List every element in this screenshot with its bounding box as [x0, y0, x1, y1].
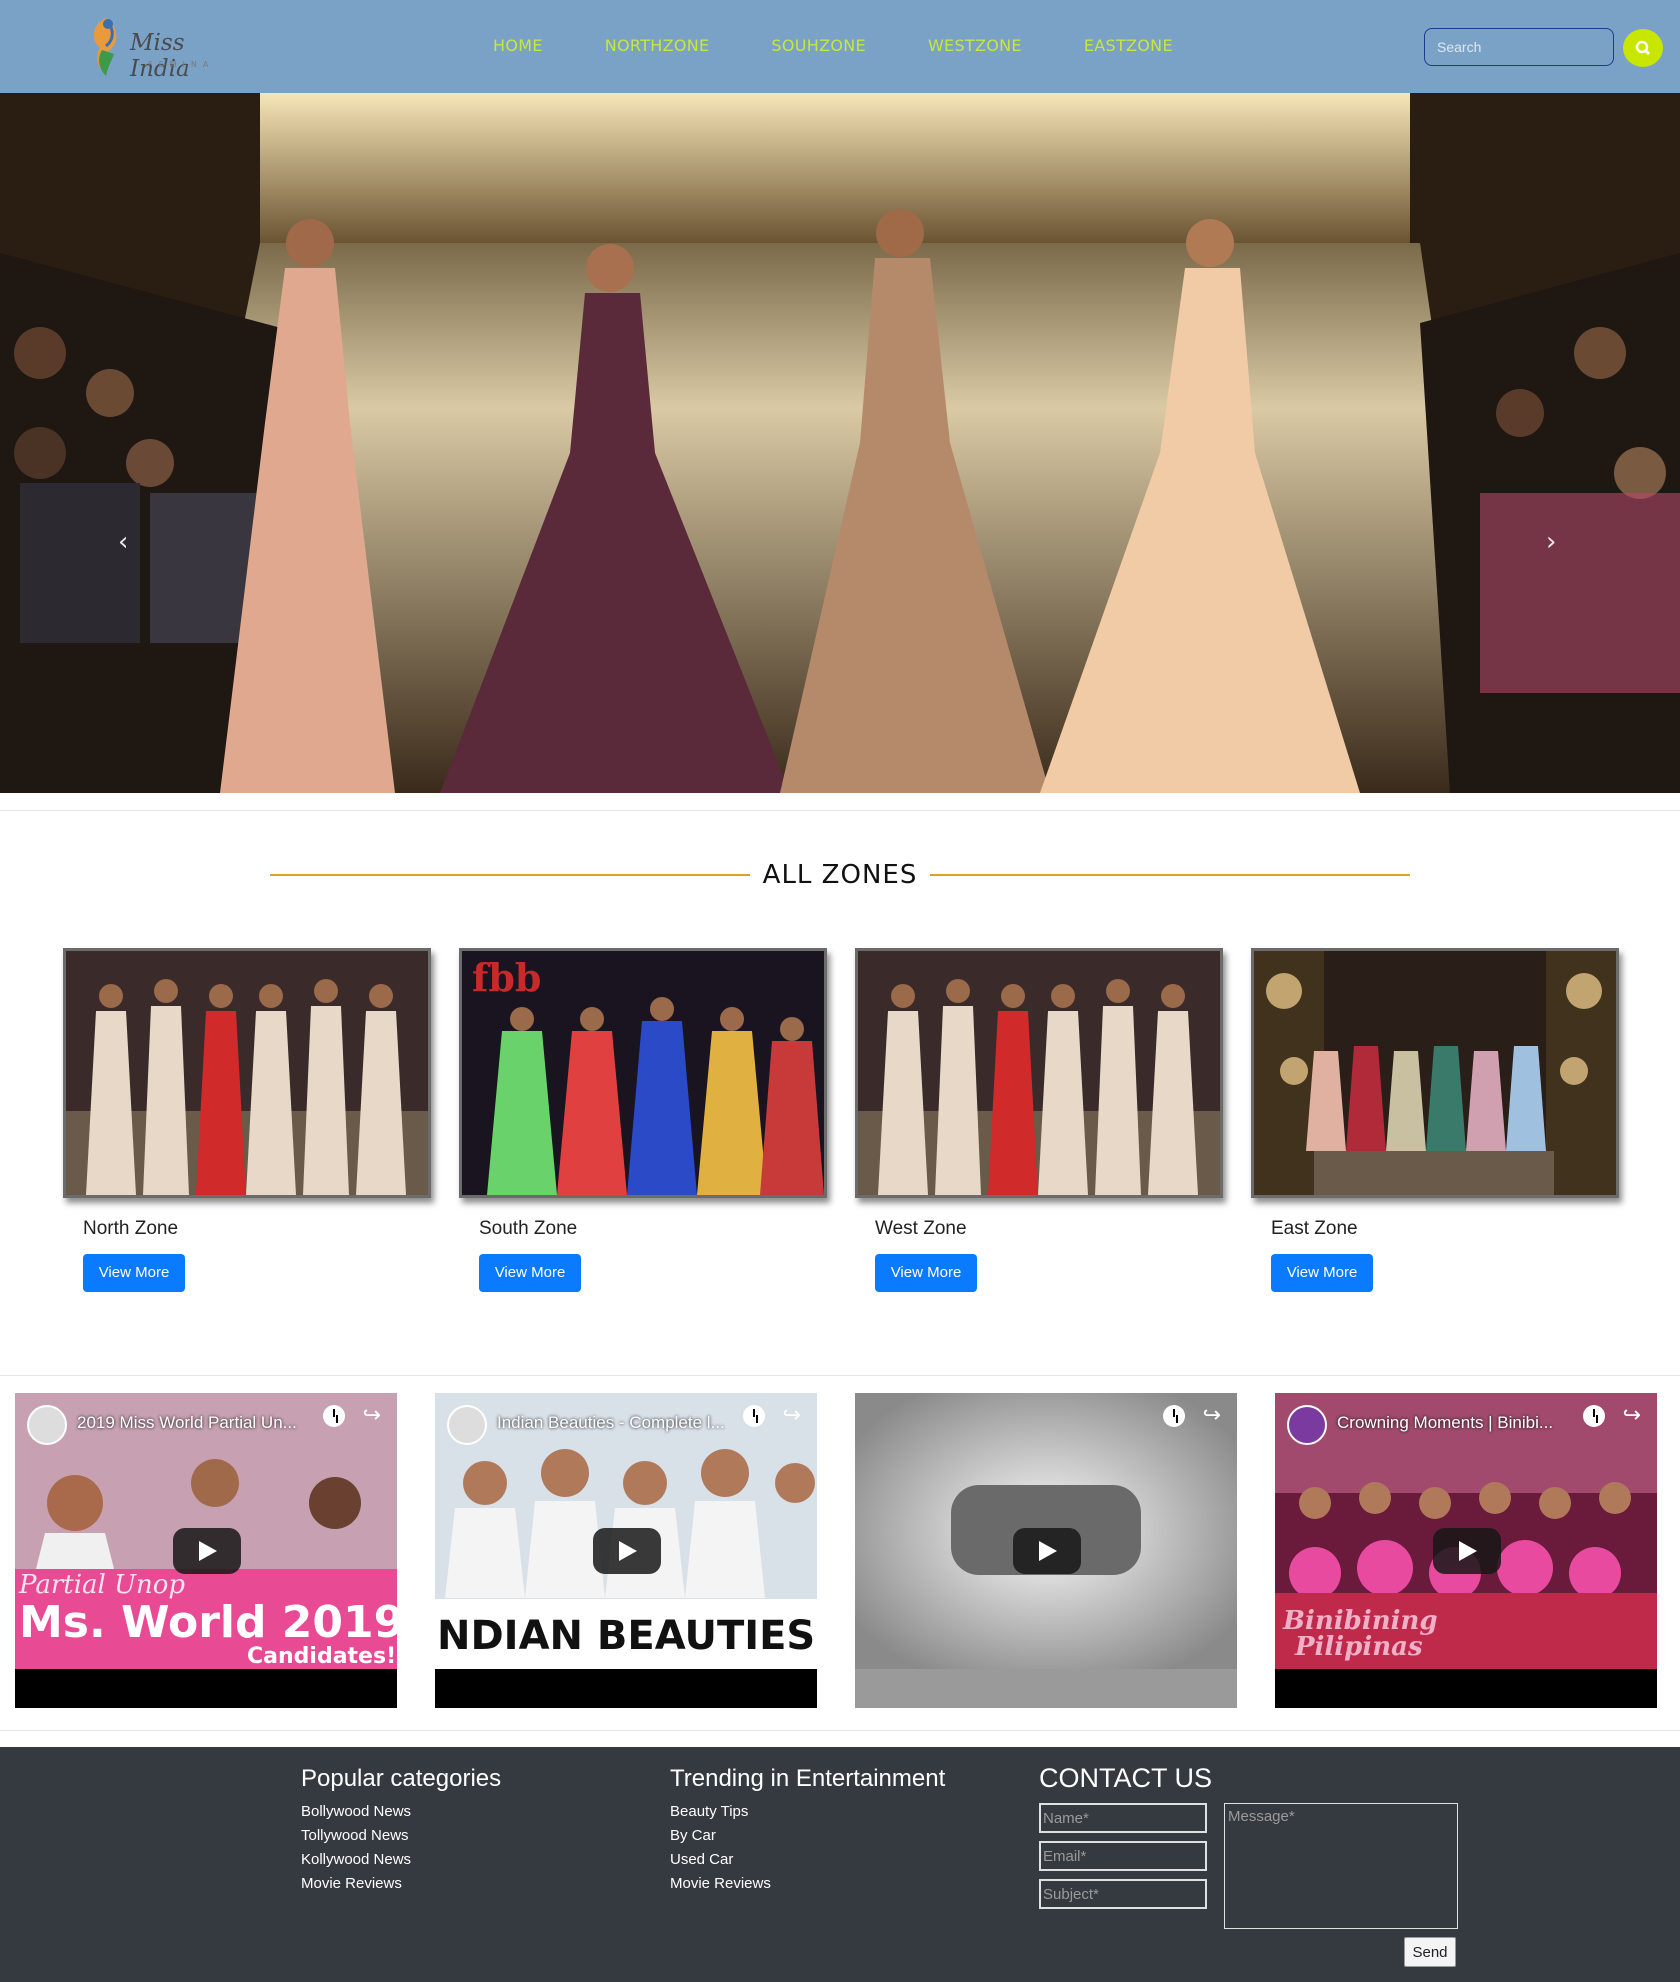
section-heading: ALL ZONES	[762, 860, 918, 890]
zone-card-south: fbb South Zone View More	[459, 948, 827, 1292]
footer-heading: CONTACT US	[1039, 1763, 1213, 1793]
zone-card-north: North Zone View More	[63, 948, 431, 1292]
footer: Popular categories Bollywood News Tollyw…	[0, 1747, 1680, 1982]
footer-link[interactable]: Used Car	[670, 1848, 945, 1872]
footer-link[interactable]: Beauty Tips	[670, 1800, 945, 1824]
play-button-icon[interactable]	[1433, 1528, 1501, 1574]
footer-link[interactable]: By Car	[670, 1824, 945, 1848]
video-overlay-text: NDIAN BEAUTIES	[437, 1613, 815, 1659]
hero-image	[0, 93, 1680, 793]
video-overlay-text: Ms. World 2019	[19, 1597, 397, 1648]
share-icon[interactable]: ↪	[1203, 1403, 1221, 1428]
footer-popular-categories: Popular categories Bollywood News Tollyw…	[301, 1765, 501, 1896]
watch-later-icon[interactable]	[743, 1405, 765, 1427]
nav-westzone[interactable]: WESTZONE	[928, 36, 1022, 55]
contact-subject-field[interactable]	[1039, 1879, 1207, 1909]
nav-southzone[interactable]: SOUHZONE	[771, 36, 866, 55]
channel-avatar[interactable]	[447, 1405, 487, 1445]
contact-email-field[interactable]	[1039, 1841, 1207, 1871]
video-title[interactable]: 2019 Miss World Partial Un...	[77, 1413, 297, 1433]
logo-subtext: FEMINA	[148, 60, 215, 69]
footer-link[interactable]: Movie Reviews	[301, 1872, 501, 1896]
video-embed-1[interactable]: Partial Unop Ms. World 2019 Candidates! …	[15, 1393, 397, 1708]
hero-carousel: ‹ ›	[0, 93, 1680, 793]
zone-photo	[858, 951, 1220, 1195]
zone-name: West Zone	[875, 1218, 967, 1239]
logo-text: Miss India	[130, 30, 190, 82]
top-navbar: Miss India FEMINA HOME NORTHZONE SOUHZON…	[0, 0, 1680, 93]
view-more-button[interactable]: View More	[479, 1254, 581, 1292]
channel-avatar[interactable]	[1287, 1405, 1327, 1445]
svg-text:fbb: fbb	[472, 955, 542, 1000]
share-icon[interactable]: ↪	[783, 1403, 801, 1428]
send-button[interactable]: Send	[1404, 1937, 1456, 1967]
search-icon	[1635, 40, 1651, 56]
video-embed-2[interactable]: NDIAN BEAUTIES Indian Beauties - Complet…	[435, 1393, 817, 1708]
zone-photo	[66, 951, 428, 1195]
footer-link[interactable]: Movie Reviews	[670, 1872, 945, 1896]
zone-photo	[1254, 951, 1616, 1195]
channel-avatar[interactable]	[27, 1405, 67, 1445]
video-title[interactable]: Indian Beauties - Complete l...	[497, 1413, 725, 1433]
zone-name: South Zone	[479, 1218, 578, 1239]
divider	[0, 1375, 1680, 1376]
title-line-right	[930, 874, 1410, 876]
zone-image[interactable]: fbb	[459, 948, 827, 1198]
divider	[0, 810, 1680, 811]
footer-heading: Trending in Entertainment	[670, 1765, 946, 1792]
footer-link[interactable]: Tollywood News	[301, 1824, 501, 1848]
footer-link[interactable]: Kollywood News	[301, 1848, 501, 1872]
zone-image[interactable]	[1251, 948, 1619, 1198]
nav-menu: HOME NORTHZONE SOUHZONE WESTZONE EASTZON…	[493, 36, 1235, 55]
contact-name-field[interactable]	[1039, 1803, 1207, 1833]
zone-photo: fbb	[462, 951, 824, 1195]
zone-image[interactable]	[63, 948, 431, 1198]
play-button-icon[interactable]	[1013, 1528, 1081, 1574]
section-title-all-zones: ALL ZONES	[270, 860, 1410, 890]
carousel-next-icon[interactable]: ›	[1546, 527, 1556, 557]
nav-northzone[interactable]: NORTHZONE	[605, 36, 710, 55]
video-embed-4[interactable]: Binibining Pilipinas Crowning Moments | …	[1275, 1393, 1657, 1708]
video-overlay-text: Candidates!	[247, 1644, 396, 1669]
zone-name: East Zone	[1271, 1218, 1358, 1239]
watch-later-icon[interactable]	[1163, 1405, 1185, 1427]
play-button-icon[interactable]	[593, 1528, 661, 1574]
watch-later-icon[interactable]	[323, 1405, 345, 1427]
video-embed-3[interactable]: ↪	[855, 1393, 1237, 1708]
view-more-button[interactable]: View More	[875, 1254, 977, 1292]
share-icon[interactable]: ↪	[1623, 1403, 1641, 1428]
zone-name: North Zone	[83, 1218, 179, 1239]
search-input[interactable]	[1424, 28, 1614, 66]
footer-contact-heading-wrap: CONTACT US	[1039, 1763, 1212, 1801]
brand-logo[interactable]: Miss India FEMINA	[84, 10, 244, 84]
nav-eastzone[interactable]: EASTZONE	[1084, 36, 1173, 55]
zone-card-east: East Zone View More	[1251, 948, 1619, 1292]
divider	[0, 1730, 1680, 1731]
contact-message-field[interactable]	[1224, 1803, 1458, 1929]
logo-emblem-icon	[93, 18, 117, 76]
share-icon[interactable]: ↪	[363, 1403, 381, 1428]
watch-later-icon[interactable]	[1583, 1405, 1605, 1427]
zone-card-west: West Zone View More	[855, 948, 1223, 1292]
footer-link[interactable]: Bollywood News	[301, 1800, 501, 1824]
nav-home[interactable]: HOME	[493, 36, 543, 55]
view-more-button[interactable]: View More	[1271, 1254, 1373, 1292]
search-button[interactable]	[1623, 29, 1663, 67]
svg-text:Pilipinas: Pilipinas	[1294, 1632, 1423, 1662]
title-line-left	[270, 874, 750, 876]
view-more-button[interactable]: View More	[83, 1254, 185, 1292]
play-button-icon[interactable]	[173, 1528, 241, 1574]
footer-heading: Popular categories	[301, 1765, 502, 1792]
svg-text:Partial Unop: Partial Unop	[18, 1570, 185, 1600]
video-title[interactable]: Crowning Moments | Binibi...	[1337, 1413, 1553, 1433]
zone-image[interactable]	[855, 948, 1223, 1198]
carousel-prev-icon[interactable]: ‹	[118, 527, 128, 557]
footer-trending: Trending in Entertainment Beauty Tips By…	[670, 1765, 945, 1896]
